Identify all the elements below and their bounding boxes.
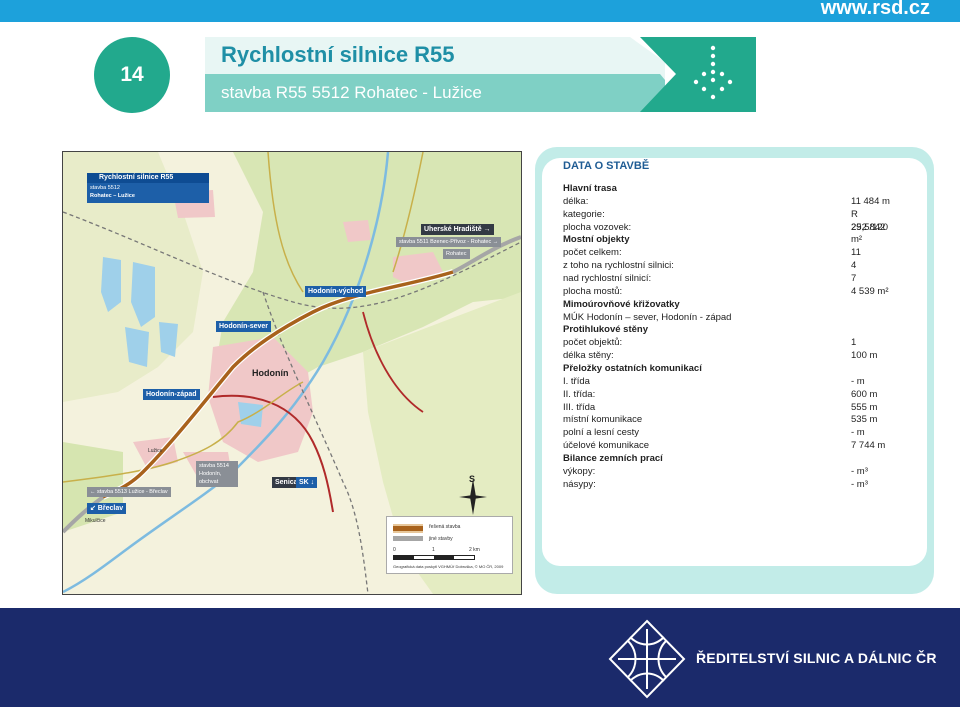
section-heading: Mimoúrovňové křižovatky (563, 299, 893, 312)
row-label: z toho na rychlostní silnici: (563, 260, 674, 272)
map-label-hodonin-vychod: Hodonín-východ (305, 286, 367, 297)
row-label: II. třída: (563, 388, 596, 400)
row-label: polní a lesní cesty (563, 427, 640, 439)
data-row: účelové komunikace 7 744 m (563, 440, 893, 453)
row-label: Bilance zemních prací (563, 453, 663, 465)
data-row: počet objektů: 1 (563, 337, 893, 350)
row-value: 100 m (851, 350, 878, 362)
row-label: Mostní objekty (563, 234, 630, 246)
map-label-hodonin-zapad: Hodonín-západ (143, 389, 200, 400)
data-row: III. třída 555 m (563, 402, 893, 415)
row-label: kategorie: (563, 208, 605, 220)
map-label-hodonin-sever: Hodonín-sever (216, 321, 272, 332)
map-box-line2: Rohatec – Lužice (90, 193, 135, 199)
map-label-stavba5513: ← stavba 5513 Lužice - Břeclav (87, 487, 171, 497)
legend-credit: Geografická data poskytl VGHMÚř Dobruška… (393, 564, 504, 569)
north-label: S (469, 474, 476, 484)
row-value: 7 (851, 273, 857, 285)
scale-bar (393, 555, 475, 560)
section-heading: Přeložky ostatních komunikací (563, 363, 893, 376)
row-label: účelové komunikace (563, 440, 650, 452)
section-heading: Mostní objekty (563, 234, 893, 247)
row-label: počet celkem: (563, 247, 622, 259)
row-value: - m (851, 427, 865, 439)
row-label: plocha vozovek: (563, 221, 632, 233)
map-label-breclav: ↙ Břeclav (87, 503, 127, 514)
row-value: 4 539 m² (851, 285, 889, 297)
row-label: Protihlukové stěny (563, 324, 648, 336)
map-box-title: Rychlostní silnice R55 (99, 174, 174, 181)
map-town-mikulcice: Mikulčice (85, 518, 106, 524)
data-row: z toho na rychlostní silnici: 4 (563, 260, 893, 273)
row-value: 600 m (851, 388, 878, 400)
row-label: počet objektů: (563, 337, 623, 349)
row-value: - m³ (851, 465, 868, 477)
row-label: délka: (563, 195, 589, 207)
row-value: - m (851, 375, 865, 387)
row-value: 11 484 m (851, 195, 890, 207)
route-map: Rychlostní silnice R55 stavba 5512 Rohat… (62, 151, 522, 595)
row-value: 7 744 m (851, 440, 886, 452)
map-label-stavba5511: stavba 5511 Bzenec-Přívoz - Rohatec → (396, 237, 502, 247)
rsd-logo-icon (608, 619, 686, 699)
legend-swatch-solved (393, 524, 423, 533)
data-row: plocha vozovek: 292 842 m² (563, 221, 893, 246)
map-label-uherske: Uherské Hradiště → (421, 224, 494, 235)
organization-name: ŘEDITELSTVÍ SILNIC A DÁLNIC ČR (696, 650, 937, 666)
row-label: násypy: (563, 478, 596, 490)
map-info-box: Rychlostní silnice R55 stavba 5512 Rohat… (87, 173, 209, 203)
row-label: Hlavní trasa (563, 183, 617, 194)
map-label-stavba5514: stavba 5514 Hodonín, obchvat (196, 461, 238, 487)
section-heading: Protihlukové stěny (563, 324, 893, 337)
row-label: výkopy: (563, 465, 596, 477)
scale-1: 1 (432, 547, 435, 553)
scale-0: 0 (393, 547, 396, 553)
data-row: polní a lesní cesty - m (563, 427, 893, 440)
legend-swatch-other (393, 536, 423, 541)
row-label: Přeložky ostatních komunikací (563, 363, 702, 375)
row-value: 555 m (851, 401, 878, 413)
data-panel-title: DATA O STAVBĚ (563, 160, 650, 172)
row-label: MÚK Hodonín – sever, Hodonín - západ (563, 311, 732, 323)
data-row: kategorie: R 25,5/120 (563, 208, 893, 233)
scale-2: 2 km (469, 547, 480, 553)
data-row: místní komunikace 535 m (563, 414, 893, 427)
row-value: 1 (851, 337, 857, 349)
row-label: místní komunikace (563, 414, 643, 426)
row-value: 535 m (851, 414, 878, 426)
page-title: Rychlostní silnice R55 (221, 42, 455, 67)
legend-item1: řešená stavba (429, 524, 461, 530)
data-row: násypy: - m³ (563, 479, 893, 492)
row-label: nad rychlostní silnicí: (563, 273, 652, 285)
row-value: 4 (851, 260, 857, 272)
data-row: I. třída - m (563, 376, 893, 389)
data-row: MÚK Hodonín – sever, Hodonín - západ (563, 312, 893, 325)
map-label-senica-sk: SK ↓ (296, 477, 318, 488)
data-rows: Hlavní trasa délka: 11 484 m kategorie: R 25… (563, 183, 893, 492)
data-row: výkopy: - m³ (563, 466, 893, 479)
row-label: Mimoúrovňové křižovatky (563, 298, 680, 310)
map-town-luzice: Lužice (148, 448, 163, 454)
section-heading: Hlavní trasa (563, 183, 893, 196)
map-legend: řešená stavba jiné stavby 0 1 2 km Geogr… (386, 516, 513, 574)
row-label: I. třída (563, 375, 590, 387)
data-row: počet celkem: 11 (563, 247, 893, 260)
row-value: 11 (851, 247, 861, 259)
data-row: plocha mostů: 4 539 m² (563, 286, 893, 299)
data-row: délka: 11 484 m (563, 196, 893, 209)
row-value: - m³ (851, 478, 868, 490)
row-label: III. třída (563, 401, 596, 413)
map-city-hodonin: Hodonín (252, 368, 289, 378)
row-label: plocha mostů: (563, 285, 623, 297)
row-label: délka stěny: (563, 350, 614, 362)
page-number: 14 (94, 37, 170, 113)
map-box-line1: stavba 5512 (90, 185, 120, 191)
page-subtitle: stavba R55 5512 Rohatec - Lužice (221, 83, 482, 102)
map-label-rohatec: Rohatec (443, 249, 470, 259)
data-row: nad rychlostní silnicí: 7 (563, 273, 893, 286)
legend-item2: jiné stavby (429, 536, 453, 542)
data-row: délka stěny: 100 m (563, 350, 893, 363)
section-heading: Bilance zemních prací (563, 453, 893, 466)
data-row: II. třída: 600 m (563, 389, 893, 402)
